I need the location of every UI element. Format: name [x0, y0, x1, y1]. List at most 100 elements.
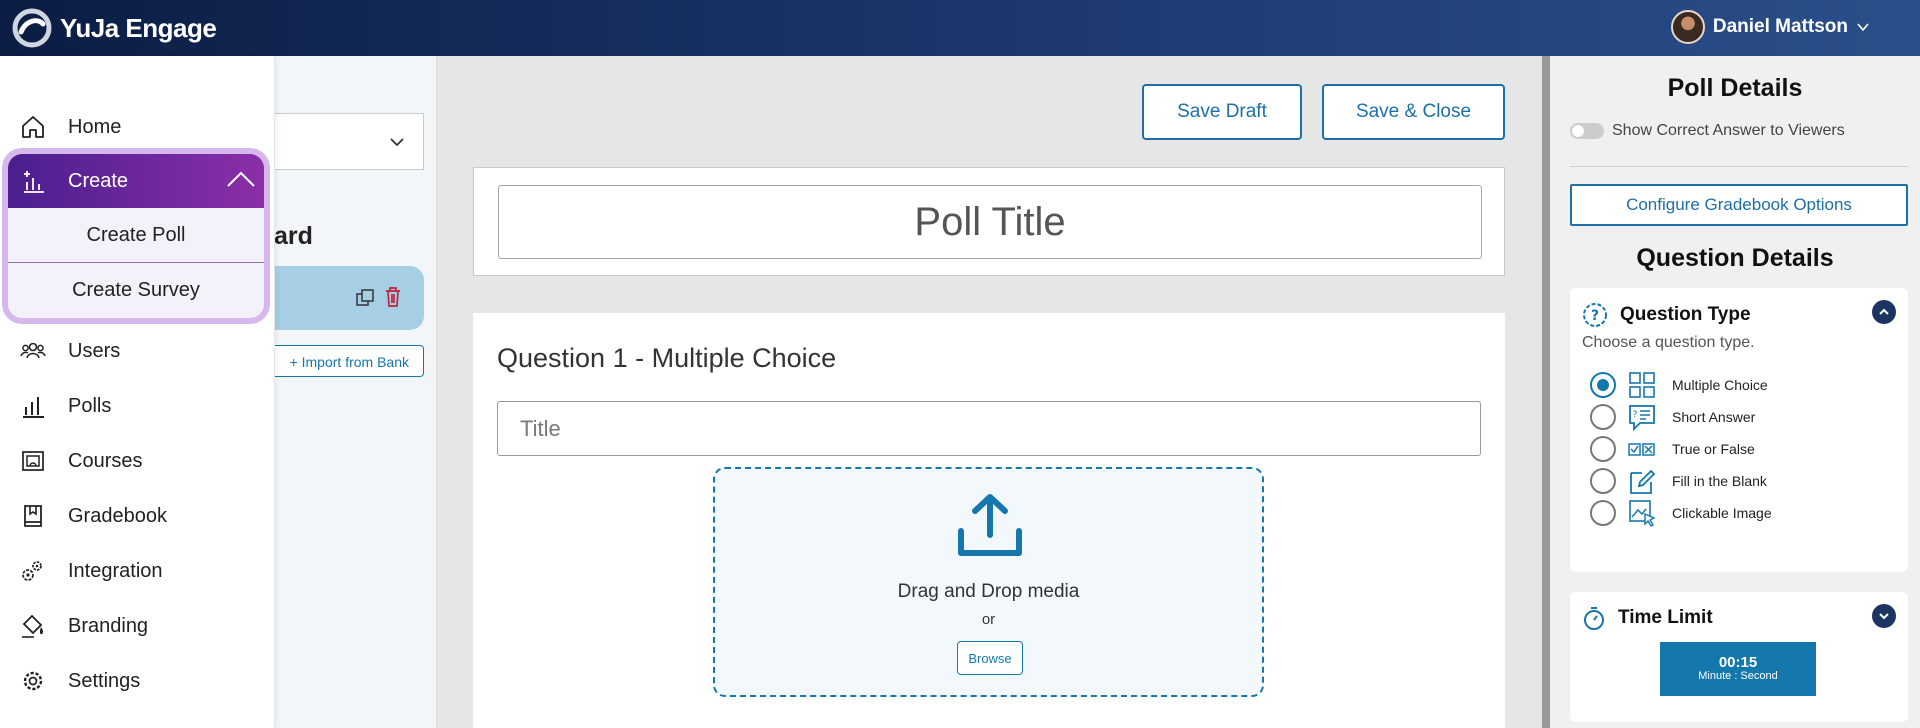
question-title-input[interactable]: Title	[497, 401, 1481, 456]
stopwatch-icon	[1584, 607, 1604, 630]
app-name: YuJa Engage	[60, 12, 217, 43]
question-help-icon: ?	[1583, 303, 1607, 327]
question-heading: Question 1 - Multiple Choice	[497, 343, 837, 373]
question-type-subtitle: Choose a question type.	[1582, 334, 1755, 351]
app-logo[interactable]: YuJa Engage	[12, 8, 217, 48]
chevron-down-icon	[390, 138, 404, 147]
nav-home-label: Home	[68, 115, 122, 138]
course-select[interactable]	[275, 113, 424, 170]
option-label: Short Answer	[1672, 409, 1756, 425]
radio-selected[interactable]	[1590, 372, 1616, 398]
media-dropzone[interactable]: Drag and Drop media or Browse	[713, 467, 1264, 697]
nav-courses[interactable]: Courses	[20, 446, 142, 476]
details-panel: Poll Details Show Correct Answer to View…	[1542, 56, 1920, 728]
avatar	[1670, 10, 1705, 44]
expand-time-limit-button[interactable]	[1872, 604, 1896, 628]
svg-text:?: ?	[1591, 308, 1599, 324]
time-limit-input[interactable]: 00:15 Minute : Second	[1660, 642, 1816, 696]
nav-create-poll[interactable]: Create Poll	[8, 208, 264, 262]
nav-settings[interactable]: Settings	[20, 666, 140, 696]
option-short-answer[interactable]: ? Short Answer	[1590, 402, 1755, 432]
poll-title-card: Poll Title	[473, 167, 1505, 276]
user-name: Daniel Mattson	[1712, 16, 1848, 37]
save-close-button[interactable]: Save & Close	[1322, 84, 1505, 140]
trash-icon[interactable]	[383, 286, 403, 308]
nav-integration-label: Integration	[68, 559, 163, 582]
drop-text: Drag and Drop media	[897, 581, 1080, 602]
time-limit-header[interactable]: Time Limit	[1582, 606, 1713, 630]
option-clickable-image[interactable]: Clickable Image	[1590, 498, 1772, 528]
time-unit-label: Minute : Second	[1698, 670, 1778, 682]
question-details-title: Question Details	[1636, 244, 1834, 272]
chevron-down-icon	[1879, 613, 1889, 620]
nav-settings-label: Settings	[68, 669, 141, 692]
configure-gradebook-button[interactable]: Configure Gradebook Options	[1570, 184, 1908, 226]
nav-create-survey[interactable]: Create Survey	[8, 263, 264, 317]
paint-bucket-icon	[22, 614, 44, 638]
yuja-logo-icon	[12, 8, 52, 48]
show-correct-answer-row: Show Correct Answer to Viewers	[1570, 122, 1845, 140]
chevron-up-icon[interactable]	[226, 168, 256, 192]
bar-chart-icon	[23, 397, 44, 418]
top-bar: YuJa Engage Daniel Mattson	[0, 0, 1920, 56]
time-limit-card: Time Limit 00:15 Minute : Second	[1570, 592, 1908, 722]
radio[interactable]	[1590, 500, 1616, 526]
show-correct-answer-toggle[interactable]	[1570, 123, 1604, 139]
nav-create[interactable]: Create	[8, 154, 264, 208]
option-multiple-choice[interactable]: Multiple Choice	[1590, 370, 1768, 400]
nav-courses-label: Courses	[68, 449, 143, 472]
user-menu[interactable]: Daniel Mattson	[1670, 10, 1870, 44]
chevron-down-icon	[1857, 23, 1869, 32]
short-answer-icon: ?	[1629, 405, 1655, 431]
poll-details-title: Poll Details	[1667, 74, 1803, 102]
browse-button[interactable]: Browse	[957, 641, 1023, 675]
radio[interactable]	[1590, 468, 1616, 494]
fill-blank-icon	[1630, 469, 1656, 494]
question-card[interactable]	[275, 266, 424, 330]
time-value: 00:15	[1718, 654, 1758, 671]
nav-integration[interactable]: Integration	[20, 556, 163, 586]
board-heading: ard	[274, 222, 313, 250]
question-type-card: ? Question Type Choose a question type. …	[1570, 288, 1908, 572]
home-icon	[22, 116, 44, 138]
upload-icon	[958, 494, 1022, 556]
option-label: True or False	[1672, 441, 1755, 457]
option-fill-blank[interactable]: Fill in the Blank	[1590, 466, 1767, 496]
nav-users[interactable]: Users	[20, 336, 120, 366]
nav-gradebook[interactable]: Gradebook	[20, 501, 167, 531]
true-false-icon	[1628, 443, 1655, 456]
nav-polls[interactable]: Polls	[20, 391, 111, 421]
chart-add-icon	[24, 171, 44, 193]
divider	[1570, 166, 1908, 167]
or-text: or	[981, 611, 996, 628]
radio[interactable]	[1590, 404, 1616, 430]
time-limit-heading: Time Limit	[1618, 607, 1713, 628]
nav-branding-label: Branding	[68, 614, 149, 637]
create-menu-group: Create Create Poll Create Survey	[2, 148, 270, 324]
nav-home[interactable]: Home	[20, 112, 121, 142]
clickable-image-icon	[1629, 500, 1656, 527]
nav-create-label: Create	[68, 169, 129, 192]
save-draft-button[interactable]: Save Draft	[1142, 84, 1302, 140]
courses-icon	[22, 451, 44, 471]
svg-text:?: ?	[1633, 410, 1638, 420]
chevron-up-icon	[1879, 308, 1889, 315]
gears-icon	[22, 561, 42, 581]
import-from-bank-button[interactable]: + Import from Bank	[275, 345, 424, 377]
book-icon	[24, 505, 42, 527]
option-true-false[interactable]: True or False	[1590, 434, 1755, 464]
gear-icon	[23, 671, 43, 691]
option-label: Fill in the Blank	[1672, 473, 1767, 489]
nav-drawer: Home Create Create Poll Create Survey Us…	[0, 56, 275, 728]
collapse-question-type-button[interactable]	[1872, 300, 1896, 324]
nav-polls-label: Polls	[68, 394, 112, 417]
duplicate-icon[interactable]	[355, 288, 375, 308]
radio[interactable]	[1590, 436, 1616, 462]
question-type-header[interactable]: ? Question Type	[1582, 302, 1751, 328]
nav-gradebook-label: Gradebook	[68, 504, 167, 527]
poll-title-input[interactable]: Poll Title	[498, 185, 1482, 259]
nav-branding[interactable]: Branding	[20, 611, 148, 641]
show-correct-answer-label: Show Correct Answer to Viewers	[1612, 122, 1845, 139]
nav-users-label: Users	[68, 339, 121, 362]
users-icon	[20, 342, 46, 359]
